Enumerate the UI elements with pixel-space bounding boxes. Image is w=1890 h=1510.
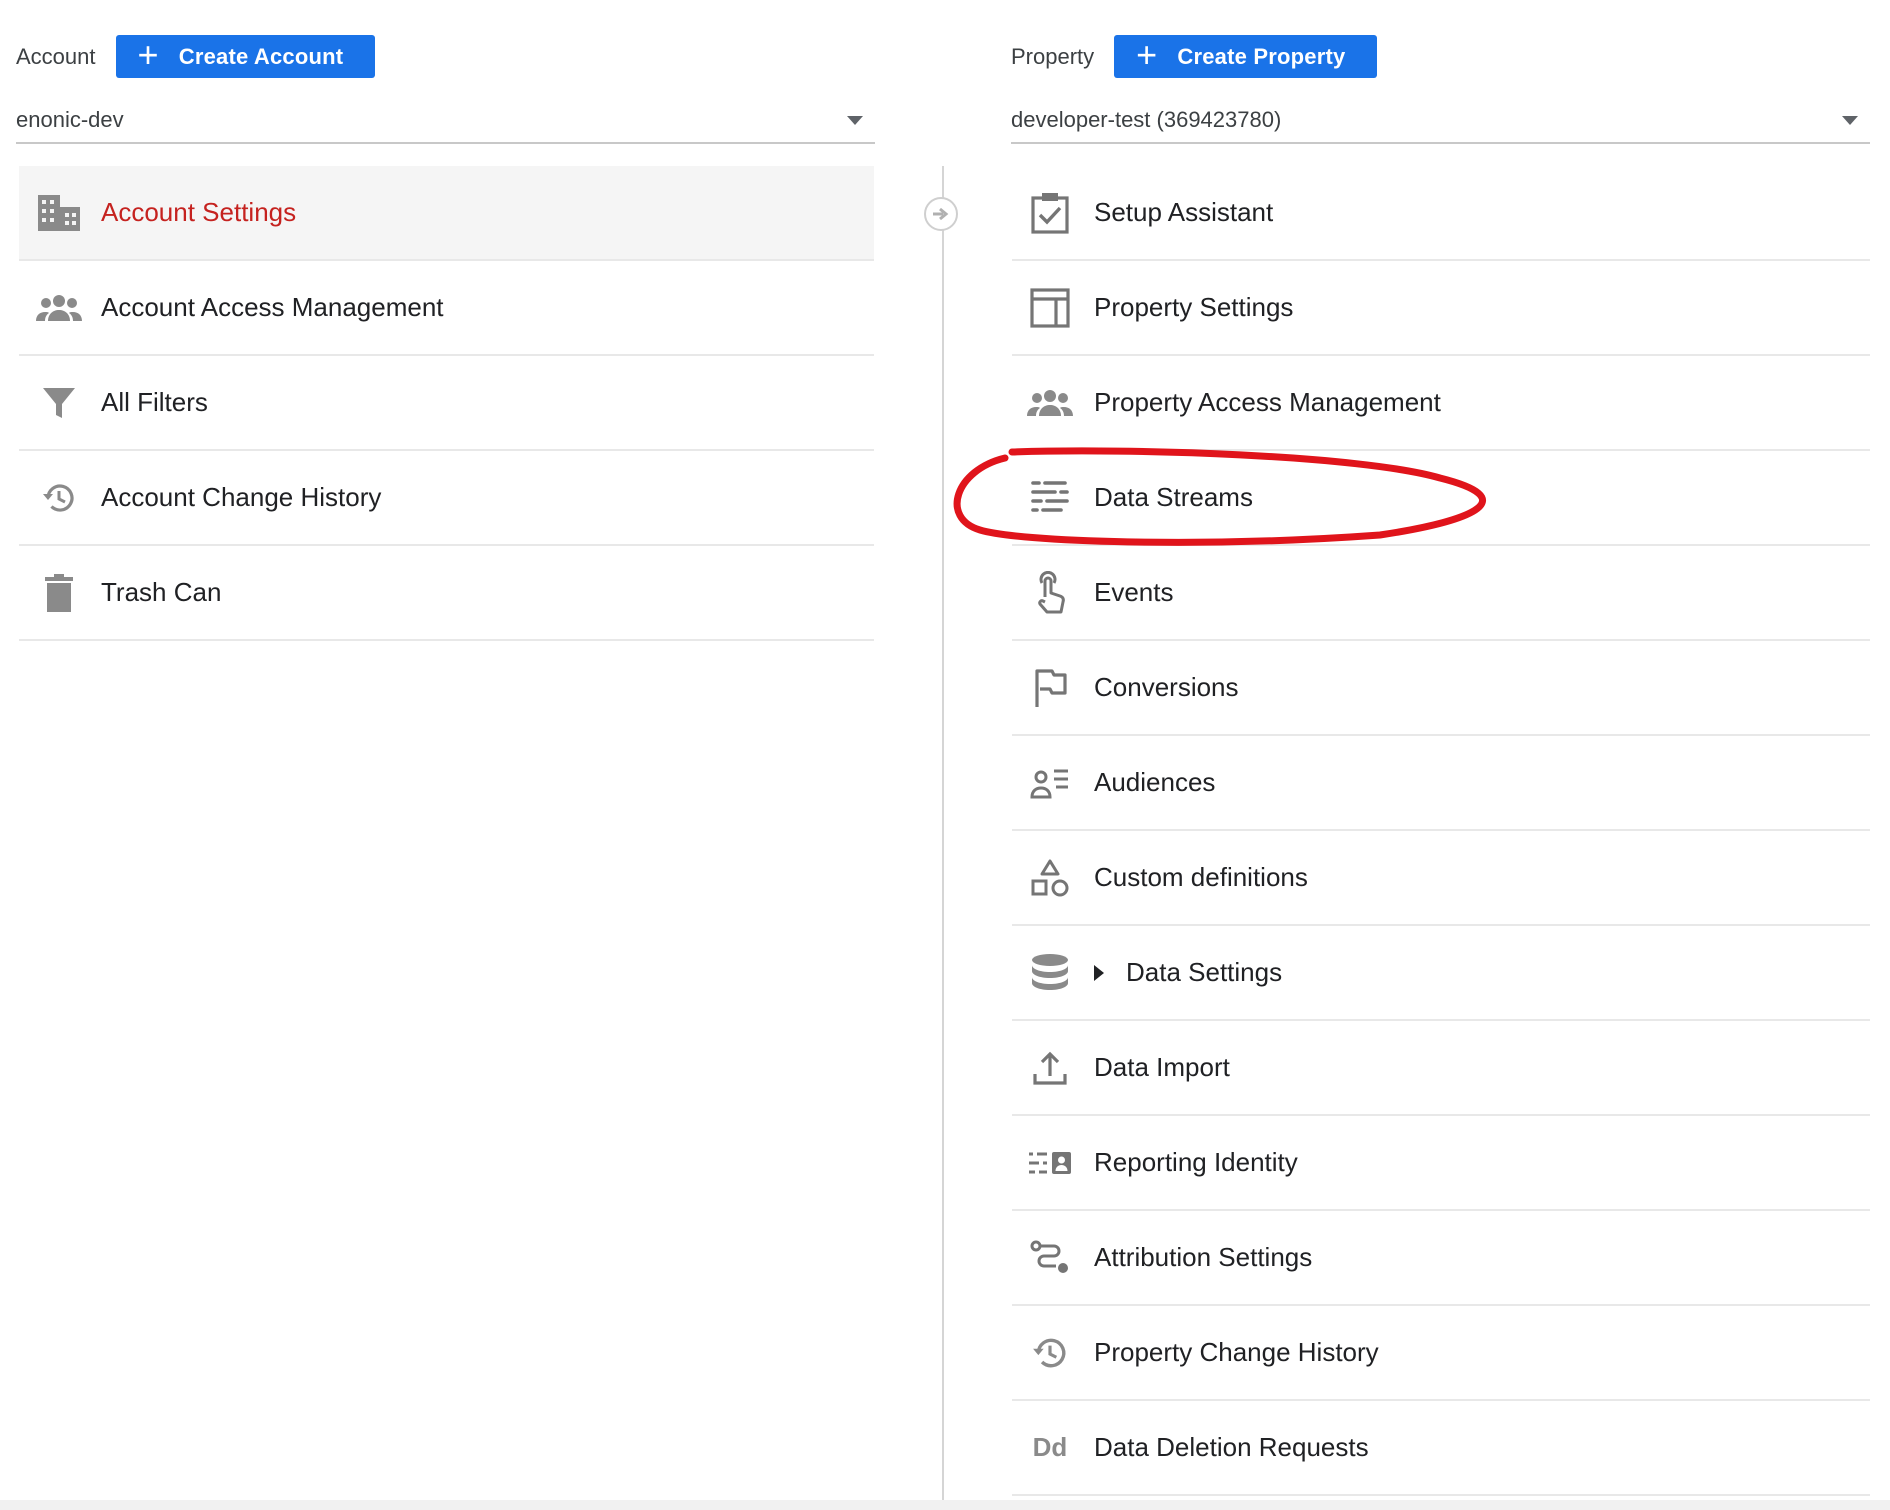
property-label: Property: [1011, 43, 1095, 69]
menu-item-label: Data Deletion Requests: [1094, 1432, 1369, 1462]
menu-item-property-change-history[interactable]: Property Change History: [1012, 1306, 1870, 1401]
data-streams-icon: [1020, 451, 1080, 544]
menu-item-events[interactable]: Events: [1012, 546, 1870, 641]
menu-item-label: Account Settings: [101, 197, 297, 227]
filter-icon: [29, 356, 89, 449]
dd-icon-text: Dd: [1032, 1432, 1068, 1462]
menu-item-custom-definitions[interactable]: Custom definitions: [1012, 831, 1870, 926]
menu-item-account-change-history[interactable]: Account Change History: [19, 451, 874, 546]
account-selected: enonic-dev: [16, 107, 124, 132]
people-icon: [29, 261, 89, 354]
menu-item-all-filters[interactable]: All Filters: [19, 356, 874, 451]
menu-item-label: Account Change History: [101, 482, 382, 512]
create-account-button[interactable]: + Create Account: [115, 33, 376, 78]
upload-icon: [1020, 1021, 1080, 1114]
menu-item-property-access-management[interactable]: Property Access Management: [1012, 356, 1870, 451]
menu-item-setup-assistant[interactable]: Setup Assistant: [1012, 166, 1870, 261]
menu-item-label: Data Import: [1094, 1052, 1230, 1082]
arrow-right-icon: [924, 197, 958, 231]
menu-item-trash-can[interactable]: Trash Can: [19, 546, 874, 641]
menu-item-label: Trash Can: [101, 577, 222, 607]
audience-icon: [1020, 736, 1080, 829]
menu-item-label: Events: [1094, 577, 1174, 607]
property-selector[interactable]: developer-test (369423780): [1011, 98, 1870, 144]
create-property-button[interactable]: + Create Property: [1114, 33, 1378, 78]
touch-icon: [1020, 546, 1080, 639]
menu-item-label: Custom definitions: [1094, 862, 1308, 892]
building-icon: [29, 166, 89, 259]
menu-item-conversions[interactable]: Conversions: [1012, 641, 1870, 736]
menu-item-data-streams[interactable]: Data Streams: [1012, 451, 1870, 546]
menu-item-label: Property Change History: [1094, 1337, 1379, 1367]
menu-item-label: Conversions: [1094, 672, 1239, 702]
menu-item-label: Data Streams: [1094, 482, 1253, 512]
plus-icon: +: [137, 33, 159, 75]
database-icon: [1020, 926, 1080, 1019]
menu-item-label: Property Access Management: [1094, 387, 1441, 417]
menu-item-label: Reporting Identity: [1094, 1147, 1298, 1177]
menu-item-account-access-management[interactable]: Account Access Management: [19, 261, 874, 356]
menu-item-reporting-identity[interactable]: Reporting Identity: [1012, 1116, 1870, 1211]
menu-item-label: Attribution Settings: [1094, 1242, 1313, 1272]
menu-item-property-settings[interactable]: Property Settings: [1012, 261, 1870, 356]
property-selected: developer-test (369423780): [1011, 107, 1282, 132]
layout-icon: [1020, 261, 1080, 354]
create-property-label: Create Property: [1177, 43, 1346, 69]
menu-item-label: Audiences: [1094, 767, 1216, 797]
menu-item-data-settings[interactable]: Data Settings: [1012, 926, 1870, 1021]
menu-item-data-import[interactable]: Data Import: [1012, 1021, 1870, 1116]
create-account-label: Create Account: [178, 43, 344, 69]
expand-triangle-icon[interactable]: [1094, 964, 1104, 981]
column-divider: [942, 166, 944, 1510]
dd-icon: Dd: [1020, 1401, 1080, 1494]
menu-item-attribution-settings[interactable]: Attribution Settings: [1012, 1211, 1870, 1306]
bottom-bar: [0, 1500, 1890, 1510]
menu-item-label: All Filters: [101, 387, 208, 417]
flag-icon: [1020, 641, 1080, 734]
trash-icon: [29, 546, 89, 639]
menu-item-label: Data Settings: [1126, 957, 1283, 987]
menu-item-label: Property Settings: [1094, 292, 1294, 322]
property-header: Property + Create Property: [1011, 33, 1378, 78]
route-icon: [1020, 1211, 1080, 1304]
plus-icon: +: [1136, 33, 1158, 75]
account-header: Account + Create Account: [16, 33, 376, 78]
people-icon: [1020, 356, 1080, 449]
menu-item-label: Account Access Management: [101, 292, 444, 322]
menu-item-data-deletion-requests[interactable]: Dd Data Deletion Requests: [1012, 1401, 1870, 1496]
property-menu: Setup Assistant Property Settings Proper…: [1012, 166, 1870, 1496]
account-label: Account: [16, 43, 96, 69]
chevron-down-icon: [847, 115, 863, 125]
account-selector[interactable]: enonic-dev: [16, 98, 875, 144]
history-icon: [1020, 1306, 1080, 1399]
menu-item-audiences[interactable]: Audiences: [1012, 736, 1870, 831]
menu-item-account-settings[interactable]: Account Settings: [19, 166, 874, 261]
chevron-down-icon: [1842, 115, 1858, 125]
menu-item-label: Setup Assistant: [1094, 197, 1274, 227]
shapes-icon: [1020, 831, 1080, 924]
history-icon: [29, 451, 89, 544]
identity-icon: [1020, 1116, 1080, 1209]
checklist-icon: [1020, 166, 1080, 259]
account-menu: Account Settings Account Access Manageme…: [19, 166, 874, 641]
